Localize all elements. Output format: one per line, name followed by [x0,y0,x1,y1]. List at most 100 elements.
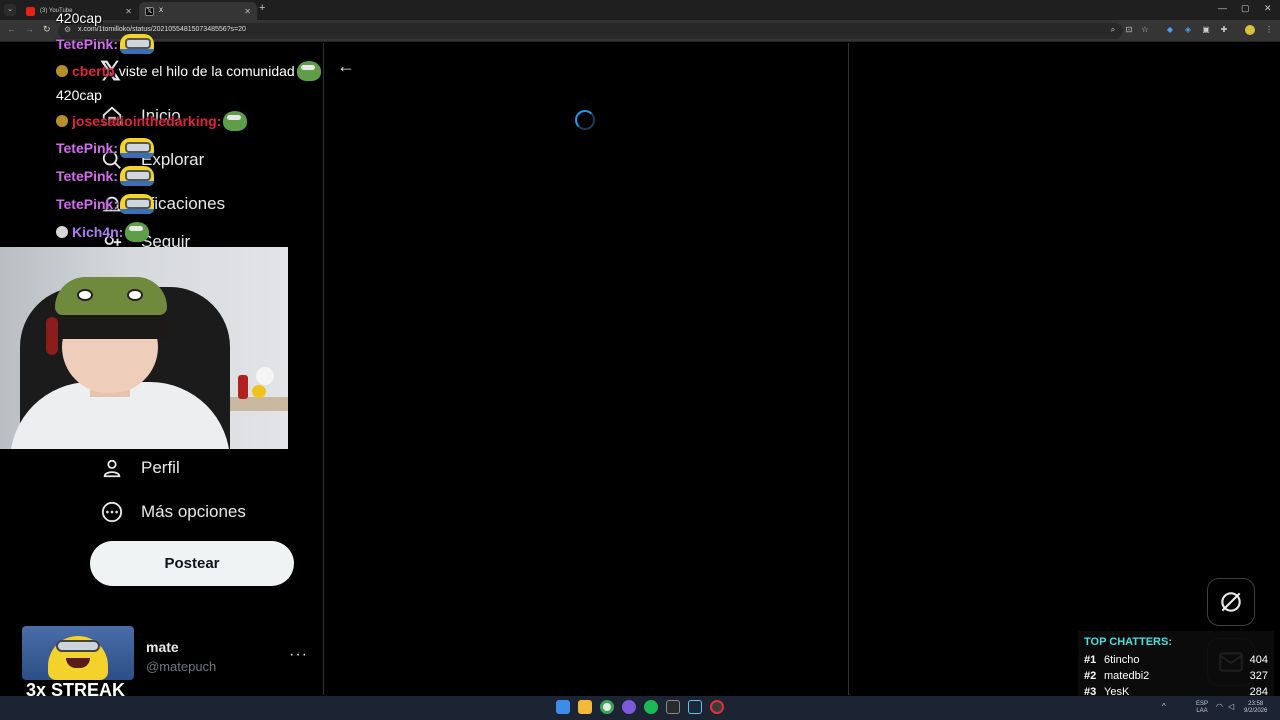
streak-emote-image [22,626,134,680]
chat-badge-icon [56,226,68,238]
language-indicator[interactable]: ESP LAA [1196,701,1208,715]
top-chatter-row: #1 6tincho 404 [1084,652,1268,668]
chat-user: cberto [72,63,115,79]
chat-line: 420cap [56,87,102,103]
back-icon[interactable]: ← [7,24,16,34]
x-icon: 𝕏 [145,6,154,16]
file-explorer-icon[interactable] [578,700,592,714]
site-info-icon[interactable]: ⚙ [64,25,71,34]
grok-button[interactable] [1207,578,1255,626]
clock[interactable]: 23:58 9/2/2026 [1244,701,1267,715]
nav-item-perfil[interactable]: Perfil [100,454,180,482]
reload-icon[interactable]: ↻ [43,24,51,35]
chatter-count: 404 [1249,654,1268,666]
install-icon[interactable]: ⊡ [1124,25,1134,35]
chat-line: TetePink: [56,166,154,186]
minimize-button[interactable]: — [1218,3,1227,13]
tab-label: X [159,8,164,14]
minion-emote-icon [119,166,154,186]
volume-icon[interactable]: ◁ [1228,701,1234,713]
account-more-icon[interactable]: ··· [289,646,308,664]
tray-chevron-icon[interactable]: ^ [1162,701,1166,713]
extension-3-icon[interactable]: ▣ [1201,25,1211,35]
chat-user: TetePink: [56,168,118,184]
account-handle[interactable]: @matepuch [146,659,216,674]
start-menu-icon[interactable] [556,700,570,714]
top-chatters-title: TOP CHATTERS: [1084,636,1173,648]
bookmark-star-icon[interactable]: ☆ [1140,25,1150,35]
extension-1-icon[interactable]: ◆ [1165,25,1175,35]
close-icon[interactable]: ✕ [125,7,132,16]
chat-badge-icon [56,65,68,77]
maximize-button[interactable]: ▢ [1241,3,1250,14]
chat-line: josesatiointhedarking: [56,111,248,131]
minion-emote-icon [119,34,154,54]
discord-icon[interactable] [622,700,636,714]
extension-2-icon[interactable]: ◈ [1183,25,1193,35]
browser-tab-bar: ⌄ (3) YouTube ✕ 𝕏 X ✕ + — ▢ ✕ [0,0,1280,20]
top-chatter-row: #2 matedbi2 327 [1084,668,1268,684]
person-icon [100,456,124,480]
chatter-rank: #1 [1084,654,1097,666]
close-icon[interactable]: ✕ [244,7,251,16]
loading-spinner-icon [575,110,595,130]
pepe-emote-icon [125,222,150,242]
chat-user: 420cap [56,10,102,26]
chat-line: TetePink: [56,138,154,158]
chat-user: josesatiointhedarking: [72,113,222,129]
close-window-button[interactable]: ✕ [1264,3,1272,14]
extensions-icon[interactable]: ✚ [1219,25,1229,35]
chat-message: viste el hilo de la comunidad [118,63,295,79]
app-icon[interactable] [710,700,724,714]
chat-line: TetePink: [56,194,154,214]
chat-line: TetePink: [56,34,154,54]
post-button[interactable]: Postear [90,541,294,586]
chat-user: TetePink: [56,36,118,52]
address-bar-row: ← → ↻ ⚙ x.com/1tomilloko/status/20210554… [0,20,1280,42]
tab-x[interactable]: 𝕏 X ✕ [139,2,257,20]
clock-date: 9/2/2026 [1244,708,1268,714]
minion-emote-icon [119,138,154,158]
url-input[interactable]: ⚙ x.com/1tomilloko/status/20210554815073… [58,23,1123,39]
forward-icon[interactable]: → [25,24,34,34]
chat-user: Kich4n: [72,224,124,240]
chat-user: TetePink: [56,140,118,156]
language-code: ESP [1196,701,1209,707]
epic-games-icon[interactable] [666,700,680,714]
back-arrow-icon[interactable]: ← [337,56,355,77]
nav-item-mas-opciones[interactable]: Más opciones [100,498,246,526]
nav-label: Perfil [141,458,180,477]
youtube-icon [26,6,35,16]
grok-icon [1221,592,1241,612]
webcam-feed [0,247,288,449]
account-name[interactable]: mate [146,639,179,655]
steam-icon[interactable] [688,700,702,714]
minion-emote-icon [119,194,154,214]
chat-line: Kich4n: [56,222,150,242]
pepe-emote-icon [296,61,321,81]
chat-user: TetePink: [56,196,118,212]
menu-kebab-icon[interactable]: ⋮ [1264,25,1274,35]
tab-search-button[interactable]: ⌄ [4,4,16,16]
new-tab-button[interactable]: + [259,2,265,14]
nav-label: Más opciones [141,502,246,521]
network-icon[interactable]: ◠ [1216,701,1223,713]
clock-time: 23:58 [1248,701,1264,707]
chatter-name: 6tincho [1104,654,1140,666]
more-circle-icon [100,500,124,524]
column-divider-right [848,43,849,695]
language-layout: LAA [1196,708,1208,714]
chatter-name: matedbi2 [1104,670,1150,682]
profile-avatar-icon[interactable] [1245,25,1255,35]
spotify-icon[interactable] [644,700,658,714]
windows-taskbar: ^ ESP LAA ◠ ◁ 23:58 9/2/2026 [0,696,1280,720]
chat-line: 420cap [56,10,102,26]
column-divider-left [323,43,324,695]
chatter-count: 327 [1249,670,1268,682]
chat-user: 420cap [56,87,102,103]
pepe-emote-icon [223,111,248,131]
chrome-icon[interactable] [600,700,614,714]
zoom-icon[interactable]: ⌕ [1108,25,1118,35]
chat-badge-icon [56,115,68,127]
url-text: x.com/1tomilloko/status/2021055481507348… [78,26,246,33]
